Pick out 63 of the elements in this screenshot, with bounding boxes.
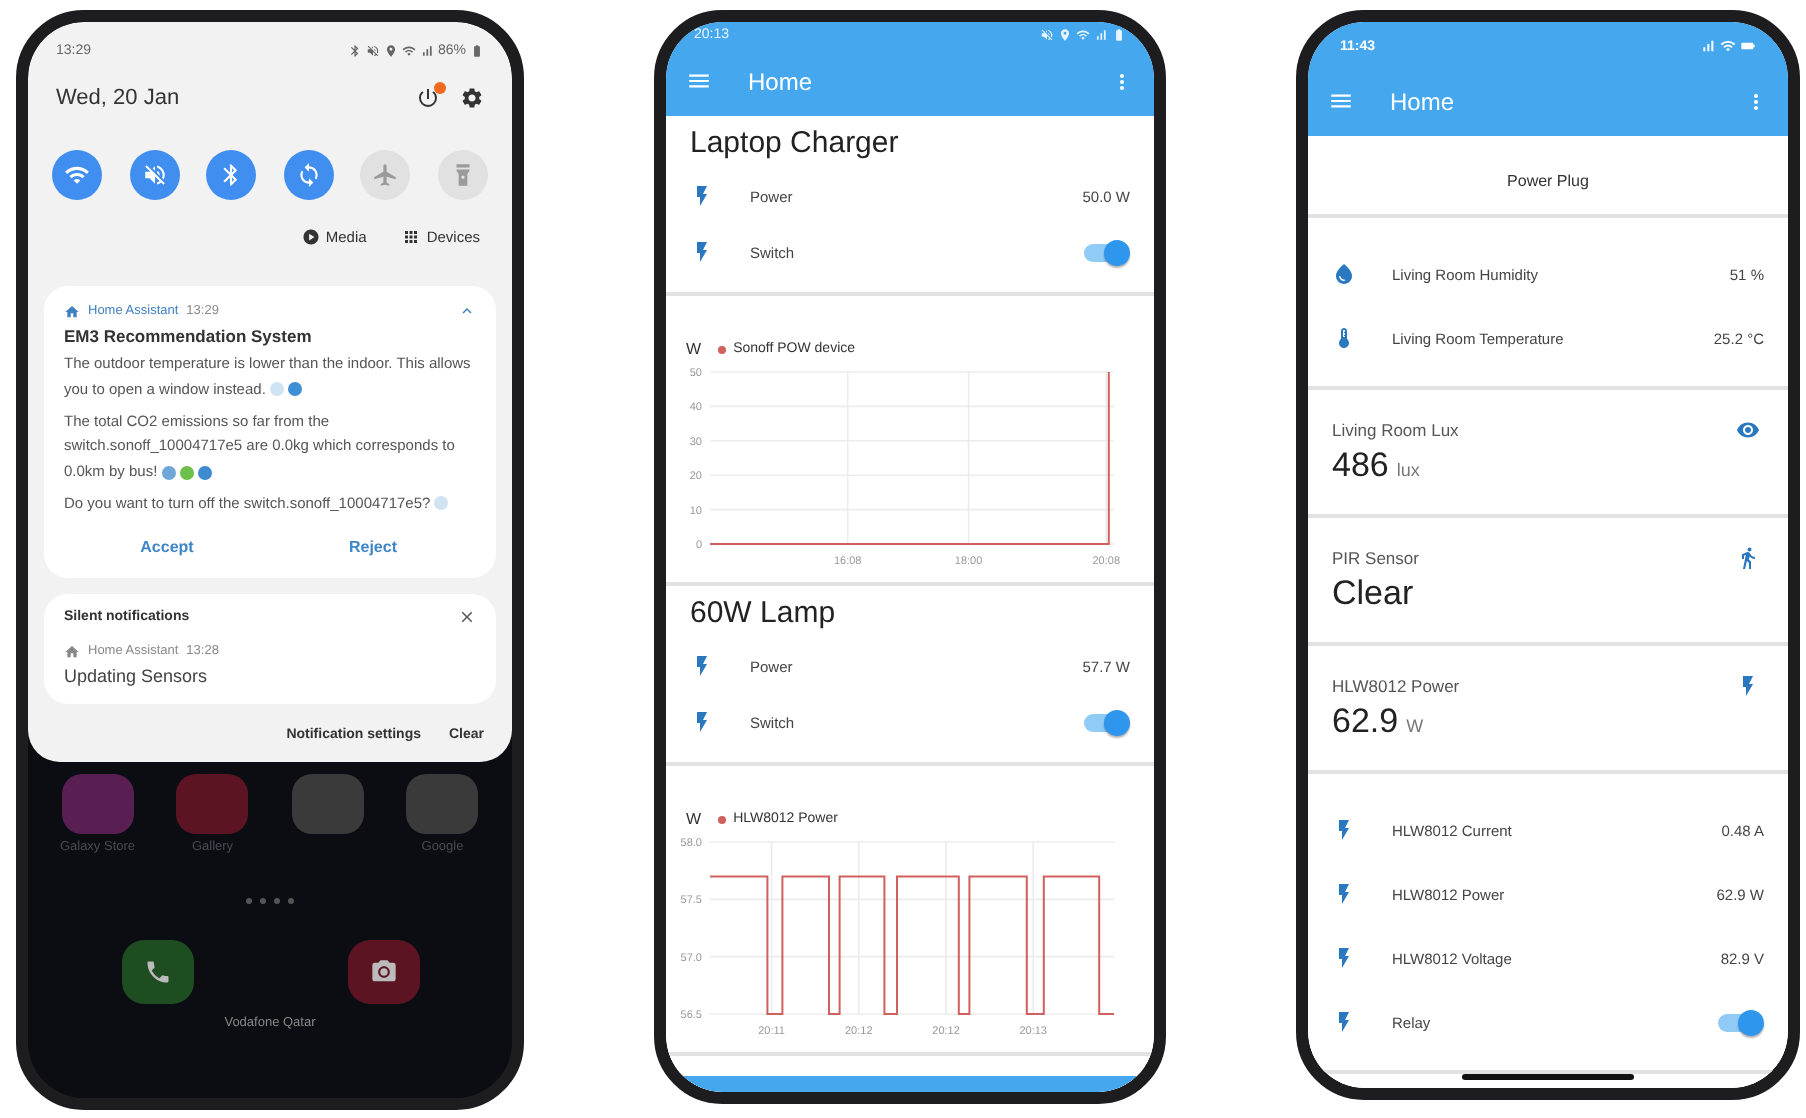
battery-icon xyxy=(1112,28,1126,42)
grid-icon xyxy=(402,228,421,246)
sensor-value: 62.9 xyxy=(1332,702,1399,742)
app-icon[interactable] xyxy=(61,773,134,833)
wifi-icon xyxy=(64,162,90,188)
action-button[interactable]: Reject xyxy=(270,531,476,561)
app-bar-title: Home xyxy=(748,67,815,95)
quick-toggle[interactable] xyxy=(283,150,334,200)
settings-icon[interactable] xyxy=(460,86,484,110)
app-bar-title: Home xyxy=(1390,87,1457,115)
sensor-name: PIR Sensor xyxy=(1332,548,1419,568)
sync-icon xyxy=(295,162,322,188)
battery-icon xyxy=(1740,38,1756,54)
camera-app-icon[interactable] xyxy=(347,939,419,1003)
location-icon xyxy=(1058,28,1072,42)
quick-toggle[interactable] xyxy=(437,150,488,200)
card-title: Laptop Charger xyxy=(688,126,901,164)
close-icon[interactable] xyxy=(458,607,476,625)
notification-title: Updating Sensors xyxy=(64,665,210,685)
mute-icon xyxy=(365,44,380,58)
wifi-icon xyxy=(401,44,416,58)
mute-icon xyxy=(141,162,168,188)
quick-toggle[interactable] xyxy=(206,150,257,200)
notification-title: EM3 Recommendation System xyxy=(64,326,314,346)
sensor-unit: W xyxy=(1406,716,1424,736)
page-indicator xyxy=(246,897,294,903)
sensor-name: Living Room Lux xyxy=(1332,420,1459,440)
home-icon xyxy=(64,643,80,659)
airplane-icon xyxy=(372,162,399,188)
signal-icon xyxy=(1700,38,1716,54)
sensor-value: Clear xyxy=(1332,574,1414,614)
toggle-switch[interactable] xyxy=(1084,243,1124,261)
power-icon[interactable] xyxy=(416,86,440,110)
app-icon[interactable] xyxy=(406,773,479,833)
phone-app-icon[interactable] xyxy=(121,939,193,1003)
signal-icon xyxy=(1094,28,1108,42)
app-icon[interactable] xyxy=(291,773,364,833)
action-button[interactable]: Accept xyxy=(64,531,270,561)
location-icon xyxy=(383,44,398,58)
eye-icon xyxy=(1736,418,1760,442)
card-title: 60W Lamp xyxy=(688,596,838,634)
quick-toggle[interactable] xyxy=(360,150,411,200)
quick-toggle[interactable] xyxy=(52,150,102,200)
date-text: Wed, 20 Jan xyxy=(56,86,180,110)
axis-label: W xyxy=(686,340,702,358)
signal-icon xyxy=(419,44,434,58)
sensor-name: HLW8012 Power xyxy=(1332,676,1460,696)
play-icon xyxy=(301,228,320,246)
sensor-value: 486 xyxy=(1332,446,1389,486)
home-icon xyxy=(64,303,80,319)
walking-person-icon xyxy=(1736,546,1760,570)
card-label: Power Plug xyxy=(1505,172,1591,190)
wifi-icon xyxy=(1720,38,1736,54)
quick-toggle[interactable] xyxy=(129,150,180,200)
toggle-switch[interactable] xyxy=(1084,713,1124,731)
toggle-switch[interactable] xyxy=(1718,1013,1758,1031)
battery-icon xyxy=(470,44,484,58)
axis-label: W xyxy=(686,810,702,828)
droplet-icon xyxy=(1332,262,1356,286)
bluetooth-icon xyxy=(347,44,362,58)
wifi-icon xyxy=(1076,28,1090,42)
sensor-unit: lux xyxy=(1396,460,1420,480)
mute-icon xyxy=(1040,28,1054,42)
